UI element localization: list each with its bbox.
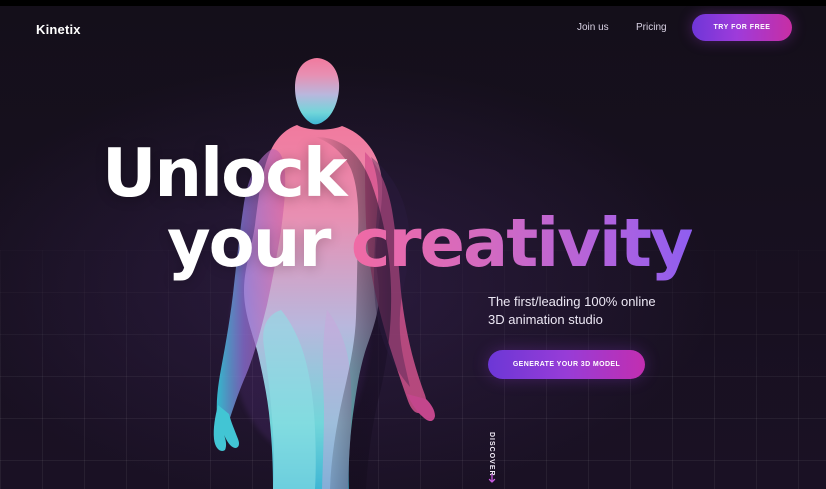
hero-title-line-2: your creativity xyxy=(167,210,694,277)
hero-subtitle: The first/leading 100% online 3D animati… xyxy=(488,294,656,328)
hero-title-word-your: your xyxy=(167,204,351,282)
discover-scroll-link[interactable]: DISCOVER xyxy=(480,432,502,489)
background-grid xyxy=(0,250,826,489)
nav-link-join-us[interactable]: Join us xyxy=(577,22,609,33)
hero-title-line-1: Unlock xyxy=(102,134,347,212)
generate-3d-model-button[interactable]: GENERATE YOUR 3D MODEL xyxy=(488,350,645,379)
try-for-free-button[interactable]: TRY FOR FREE xyxy=(692,14,792,41)
landing-page: Kinetix Join us Pricing TRY FOR FREE Unl… xyxy=(0,0,826,489)
hero-title-word-creativity: creativity xyxy=(350,204,694,282)
arrow-icon xyxy=(488,474,496,483)
top-bar xyxy=(0,0,826,6)
discover-label: DISCOVER xyxy=(488,432,495,477)
nav-link-pricing[interactable]: Pricing xyxy=(636,22,667,33)
site-header: Kinetix Join us Pricing TRY FOR FREE xyxy=(0,6,826,52)
brand-logo[interactable]: Kinetix xyxy=(36,22,81,37)
